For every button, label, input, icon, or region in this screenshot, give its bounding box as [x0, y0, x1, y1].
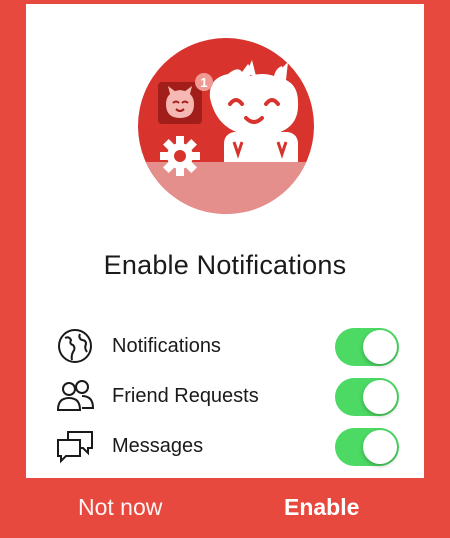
notifications-toggle[interactable]: [335, 328, 399, 366]
not-now-button[interactable]: Not now: [78, 494, 162, 521]
messages-toggle[interactable]: [335, 428, 399, 466]
toggle-knob: [363, 330, 397, 364]
action-bar: Not now Enable: [0, 478, 450, 538]
setting-label: Messages: [112, 435, 204, 457]
gear-icon: [160, 136, 200, 176]
dialog-title: Enable Notifications: [103, 250, 347, 280]
enable-button[interactable]: Enable: [284, 494, 359, 521]
small-mascot-icon: [158, 82, 202, 124]
globe-icon: [56, 328, 94, 364]
setting-row-friend-requests: Friend Requests: [26, 374, 424, 418]
hero-illustration: 1: [138, 38, 314, 214]
setting-row-notifications: Notifications: [26, 324, 424, 368]
friend-requests-toggle[interactable]: [335, 378, 399, 416]
setting-label: Friend Requests: [112, 385, 259, 407]
app-mascot-icon: 1: [138, 38, 314, 214]
friends-icon: [56, 378, 95, 414]
messages-icon: [56, 428, 94, 464]
toggle-knob: [363, 430, 397, 464]
setting-label: Notifications: [112, 335, 221, 357]
badge-count: 1: [200, 75, 207, 90]
setting-row-messages: Messages: [26, 424, 424, 468]
toggle-knob: [363, 380, 397, 414]
